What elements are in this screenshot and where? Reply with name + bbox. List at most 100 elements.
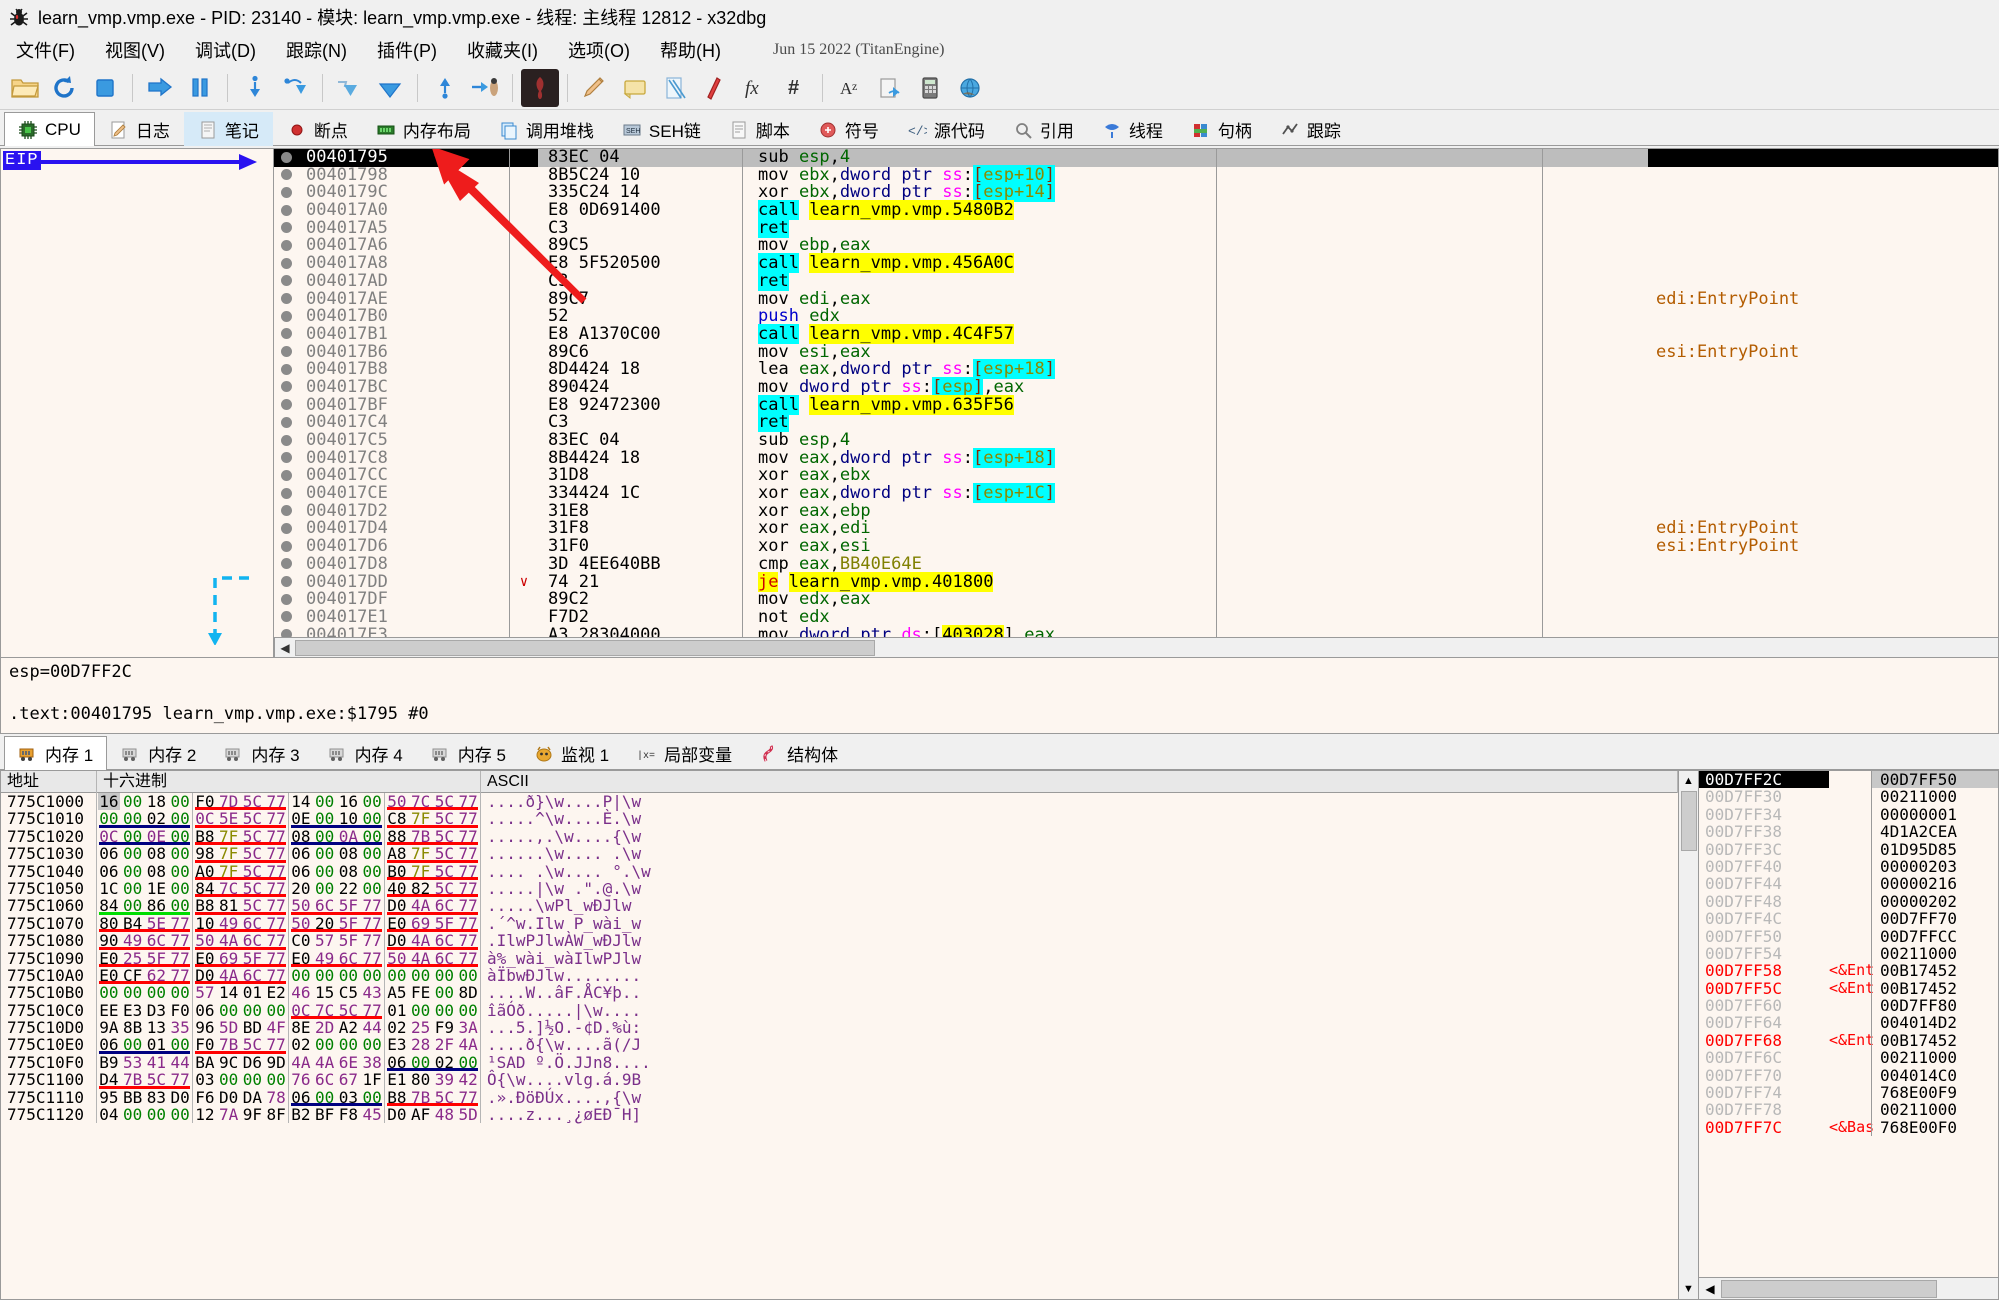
dump-byte[interactable]: 84 <box>98 897 119 915</box>
disassembly-row[interactable]: 004017E3 A3 28304000 mov dword ptr ds:[403… <box>274 624 1998 637</box>
dump-byte-group[interactable]: B8 7B 5C 77 <box>385 1088 481 1107</box>
dump-row[interactable]: 775C1040 06 00 08 00 A0 7F 5C 77 06 00 08 00 B0 7F 5C 77… <box>1 862 1678 881</box>
dump-byte[interactable]: 77 <box>457 949 478 967</box>
tab-dump-2[interactable]: 内存 2 <box>107 736 210 770</box>
dump-byte[interactable]: AF <box>410 1106 431 1124</box>
dump-byte[interactable]: 7C <box>410 793 431 811</box>
dump-byte[interactable]: C8 <box>386 810 407 828</box>
dump-byte-group[interactable]: E0 25 5F 77 <box>97 949 193 968</box>
breakpoint-dot-icon[interactable] <box>274 450 298 468</box>
breakpoint-dot-icon[interactable] <box>274 361 298 379</box>
dump-byte[interactable]: B2 <box>290 1106 311 1124</box>
dump-byte[interactable]: F0 <box>194 1036 215 1054</box>
stop-icon[interactable] <box>86 69 124 107</box>
dump-byte[interactable]: 77 <box>265 1036 286 1054</box>
menu-favourites[interactable]: 收藏夹(I) <box>467 37 538 63</box>
dump-byte[interactable]: 96 <box>194 1019 215 1037</box>
dump-byte[interactable]: 5F <box>242 949 263 967</box>
dump-byte[interactable]: 08 <box>146 845 167 863</box>
dump-byte[interactable]: 00 <box>122 1036 143 1054</box>
dump-byte[interactable]: 38 <box>361 1053 382 1071</box>
dump-byte[interactable]: 00 <box>122 827 143 845</box>
dump-byte[interactable]: 6C <box>314 1071 335 1089</box>
dump-byte[interactable]: D0 <box>386 1106 407 1124</box>
dump-byte[interactable]: 06 <box>98 862 119 880</box>
menu-trace[interactable]: 跟踪(N) <box>286 37 347 63</box>
globe-icon[interactable] <box>951 69 989 107</box>
dump-col-address[interactable]: 地址 <box>1 771 97 793</box>
dump-byte[interactable]: 46 <box>290 984 311 1002</box>
dump-byte[interactable]: 49 <box>314 949 335 967</box>
dump-byte[interactable]: 77 <box>457 914 478 932</box>
dump-byte[interactable]: 8F <box>265 1106 286 1124</box>
dump-byte[interactable]: 77 <box>457 793 478 811</box>
dump-byte-group[interactable]: 46 15 C5 43 <box>289 984 385 1002</box>
tab-trace[interactable]: 跟踪 <box>1266 112 1355 146</box>
dump-byte[interactable]: E3 <box>386 1036 407 1054</box>
dump-byte[interactable]: 80 <box>410 1071 431 1089</box>
dump-byte[interactable]: 5C <box>242 845 263 863</box>
run-to-user-code-icon[interactable] <box>466 69 504 107</box>
breakpoint-dot-icon[interactable] <box>274 432 298 450</box>
dump-byte[interactable]: 28 <box>410 1036 431 1054</box>
dump-byte[interactable]: 5C <box>434 845 455 863</box>
dump-byte[interactable]: 00 <box>146 1106 167 1124</box>
dump-byte-group[interactable]: 96 5D BD 4F <box>193 1019 289 1036</box>
dump-byte[interactable]: 43 <box>361 984 382 1002</box>
dump-byte[interactable]: 00 <box>98 810 119 828</box>
dump-byte-group[interactable]: A8 7F 5C 77 <box>385 845 481 863</box>
dump-byte[interactable]: 0A <box>338 827 359 845</box>
dump-byte[interactable]: 41 <box>146 1053 167 1071</box>
dump-byte[interactable]: 5F <box>338 914 359 932</box>
dump-byte[interactable]: 50 <box>386 793 407 811</box>
hscroll-thumb[interactable] <box>295 639 875 656</box>
dump-row[interactable]: 775C1050 1C 00 1E 00 84 7C 5C 77 20 00 22 00 40 82 5C 77… <box>1 880 1678 898</box>
tab-memory-map[interactable]: 内存布局 <box>362 112 485 146</box>
dump-byte[interactable]: F9 <box>434 1019 455 1037</box>
dump-byte-group[interactable]: C0 57 5F 77 <box>289 932 385 950</box>
dump-byte[interactable]: 7B <box>218 1036 239 1054</box>
dump-byte[interactable]: 00 <box>242 1071 263 1089</box>
dump-byte[interactable]: E0 <box>386 914 407 932</box>
dump-byte[interactable]: 77 <box>265 914 286 932</box>
dump-byte[interactable]: 6C <box>242 967 263 985</box>
dump-byte[interactable]: 86 <box>146 897 167 915</box>
breakpoint-dot-icon[interactable] <box>274 556 298 574</box>
dump-byte[interactable]: 77 <box>457 810 478 828</box>
dump-byte-group[interactable]: 84 7C 5C 77 <box>193 880 289 898</box>
dump-byte[interactable]: 00 <box>361 1088 382 1106</box>
dump-byte[interactable]: 7D <box>218 793 239 811</box>
dump-byte[interactable]: B9 <box>98 1053 119 1071</box>
dump-byte[interactable]: 5C <box>242 862 263 880</box>
dump-byte[interactable]: 00 <box>169 880 190 898</box>
tab-source[interactable]: </> 源代码 <box>893 112 999 146</box>
dump-row[interactable]: 775C1100 D4 7B 5C 77 03 00 00 00 76 6C 67 1F E1 80 39 42… <box>1 1071 1678 1090</box>
dump-byte[interactable]: 7B <box>410 827 431 845</box>
menu-bar[interactable]: 文件(F) 视图(V) 调试(D) 跟踪(N) 插件(P) 收藏夹(I) 选项(… <box>0 34 1999 66</box>
dump-byte[interactable]: 02 <box>434 1053 455 1071</box>
stack-row[interactable]: 00D7FF70 004014C0 <box>1699 1066 1998 1084</box>
dump-byte[interactable]: 15 <box>314 984 335 1002</box>
tab-struct[interactable]: 结构体 <box>746 736 852 770</box>
dump-byte[interactable]: 77 <box>265 845 286 863</box>
dump-byte[interactable]: D6 <box>242 1053 263 1071</box>
disassembly-row[interactable]: 004017A0 E8 0D691400 call learn_vmp.vmp.54… <box>274 200 1998 221</box>
dump-byte[interactable]: 14 <box>290 793 311 811</box>
memory-map-icon[interactable] <box>696 69 734 107</box>
dump-byte[interactable]: 08 <box>290 827 311 845</box>
dump-byte[interactable]: 5C <box>434 810 455 828</box>
dump-byte[interactable]: 25 <box>122 949 143 967</box>
dump-byte-group[interactable]: 08 00 0A 00 <box>289 827 385 846</box>
dump-byte-group[interactable]: B0 7F 5C 77 <box>385 862 481 881</box>
stack-row[interactable]: 00D7FF4C 00D7FF70 <box>1699 910 1998 928</box>
dump-byte[interactable]: 7C <box>314 1001 335 1019</box>
dump-byte[interactable]: 5C <box>242 880 263 898</box>
dump-byte[interactable]: 4A <box>410 949 431 967</box>
dump-byte-group[interactable]: 50 6C 5F 77 <box>289 897 385 916</box>
dump-byte[interactable]: D0 <box>218 1088 239 1106</box>
dump-byte[interactable]: 5C <box>434 1088 455 1106</box>
breakpoint-dot-icon[interactable] <box>274 291 298 309</box>
dump-byte[interactable]: 7F <box>218 827 239 845</box>
dump-row[interactable]: 775C1080 90 49 6C 77 50 4A 6C 77 C0 57 5F 77 D0 4A 6C 77… <box>1 932 1678 950</box>
dump-byte[interactable]: BA <box>194 1053 215 1071</box>
